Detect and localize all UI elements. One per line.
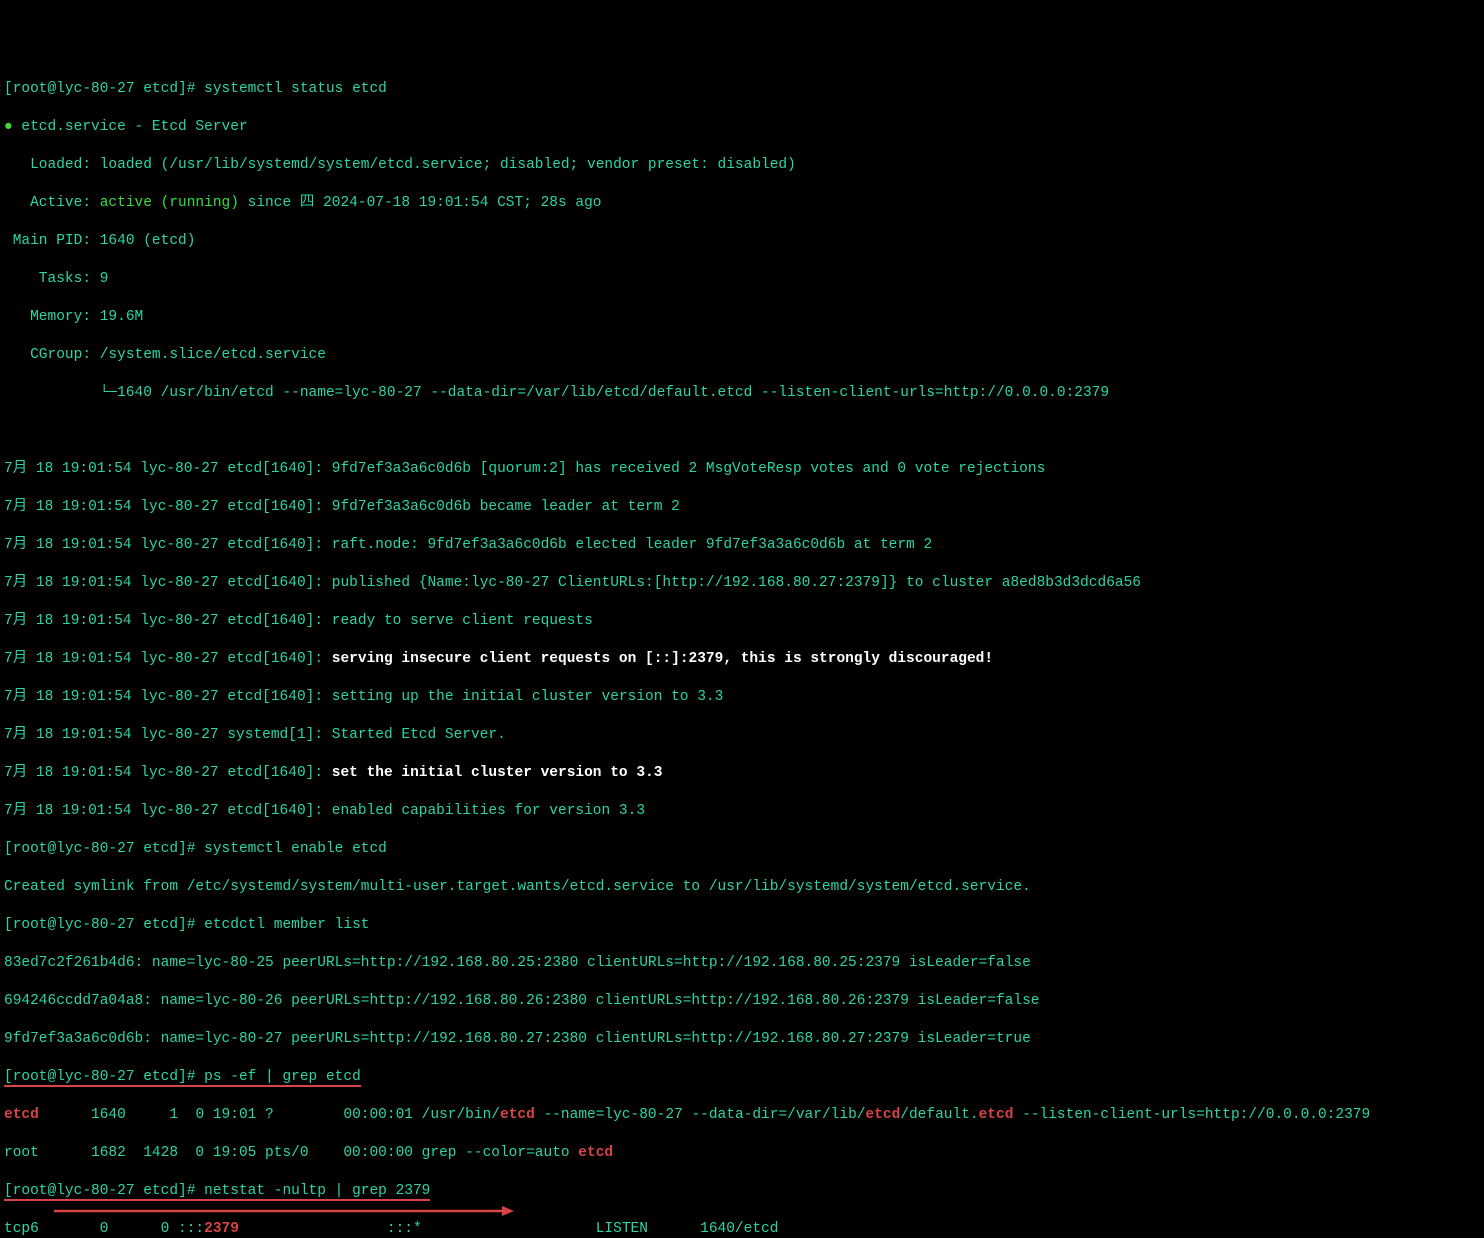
etcd-highlight: etcd: [578, 1145, 613, 1161]
log-ts: 7月 18 19:01:54 lyc-80-27 etcd[1640]:: [4, 803, 332, 819]
tasks-line: Tasks: 9: [4, 270, 1480, 289]
prompt-line-3: [root@lyc-80-27 etcd]# etcdctl member li…: [4, 916, 1480, 935]
log-ts: 7月 18 19:01:54 lyc-80-27 etcd[1640]:: [4, 689, 332, 705]
log-ts: 7月 18 19:01:54 lyc-80-27 etcd[1640]:: [4, 499, 332, 515]
log-line: 7月 18 19:01:54 lyc-80-27 systemd[1]: Sta…: [4, 726, 1480, 745]
memory-line: Memory: 19.6M: [4, 308, 1480, 327]
symlink-line: Created symlink from /etc/systemd/system…: [4, 878, 1480, 897]
log-msg: 9fd7ef3a3a6c0d6b [quorum:2] has received…: [332, 461, 1046, 477]
log-line: 7月 18 19:01:54 lyc-80-27 etcd[1640]: 9fd…: [4, 460, 1480, 479]
member-line: 83ed7c2f261b4d6: name=lyc-80-25 peerURLs…: [4, 954, 1480, 973]
log-msg: raft.node: 9fd7ef3a3a6c0d6b elected lead…: [332, 537, 932, 553]
ps-line-1: etcd 1640 1 0 19:01 ? 00:00:01 /usr/bin/…: [4, 1106, 1480, 1125]
member-line: 694246ccdd7a04a8: name=lyc-80-26 peerURL…: [4, 992, 1480, 1011]
etcd-highlight: etcd: [4, 1107, 39, 1123]
prompt-line-2: [root@lyc-80-27 etcd]# systemctl enable …: [4, 840, 1480, 859]
net-text: tcp6 0 0 :::: [4, 1221, 204, 1237]
log-line: 7月 18 19:01:54 lyc-80-27 etcd[1640]: set…: [4, 688, 1480, 707]
command-underlined: netstat -nultp | grep 2379: [204, 1184, 430, 1201]
active-line: Active: active (running) since 四 2024-07…: [4, 194, 1480, 213]
ps-text: --listen-client-urls=http://0.0.0.0:2379: [1013, 1107, 1370, 1123]
ps-text: 1640 1 0 19:01 ? 00:00:01 /usr/bin/: [39, 1107, 500, 1123]
log-line: 7月 18 19:01:54 lyc-80-27 etcd[1640]: ser…: [4, 650, 1480, 669]
active-value: active (running): [100, 195, 239, 211]
log-msg: ready to serve client requests: [332, 613, 593, 629]
ps-text: /default.: [900, 1107, 978, 1123]
netstat-line: tcp6 0 0 :::2379 :::* LISTEN 1640/etcd: [4, 1220, 1480, 1238]
log-msg: serving insecure client requests on [::]…: [332, 651, 993, 667]
prompt: [root@lyc-80-27 etcd]#: [4, 841, 204, 857]
log-ts: 7月 18 19:01:54 lyc-80-27 etcd[1640]:: [4, 613, 332, 629]
log-line: 7月 18 19:01:54 lyc-80-27 etcd[1640]: rea…: [4, 612, 1480, 631]
member-line: 9fd7ef3a3a6c0d6b: name=lyc-80-27 peerURL…: [4, 1030, 1480, 1049]
active-rest: since 四 2024-07-18 19:01:54 CST; 28s ago: [239, 195, 602, 211]
log-line: 7月 18 19:01:54 lyc-80-27 etcd[1640]: pub…: [4, 574, 1480, 593]
prompt-underlined: [root@lyc-80-27 etcd]#: [4, 1070, 204, 1087]
log-ts: 7月 18 19:01:54 lyc-80-27 etcd[1640]:: [4, 651, 332, 667]
log-line: 7月 18 19:01:54 lyc-80-27 etcd[1640]: 9fd…: [4, 498, 1480, 517]
prompt-underlined: [root@lyc-80-27 etcd]#: [4, 1184, 204, 1201]
active-label: Active:: [4, 195, 100, 211]
etcd-highlight: etcd: [500, 1107, 535, 1123]
prompt-line-5: [root@lyc-80-27 etcd]# netstat -nultp | …: [4, 1182, 1480, 1201]
etcd-highlight: etcd: [979, 1107, 1014, 1123]
ps-text: --name=lyc-80-27 --data-dir=/var/lib/: [535, 1107, 866, 1123]
prompt: [root@lyc-80-27 etcd]#: [4, 81, 204, 97]
log-ts: 7月 18 19:01:54 lyc-80-27 etcd[1640]:: [4, 537, 332, 553]
log-ts: 7月 18 19:01:54 lyc-80-27 etcd[1640]:: [4, 575, 332, 591]
status-dot: ●: [4, 119, 13, 135]
log-line: 7月 18 19:01:54 lyc-80-27 etcd[1640]: raf…: [4, 536, 1480, 555]
log-msg: published {Name:lyc-80-27 ClientURLs:[ht…: [332, 575, 1141, 591]
log-msg: set the initial cluster version to 3.3: [332, 765, 663, 781]
log-line: 7月 18 19:01:54 lyc-80-27 etcd[1640]: set…: [4, 764, 1480, 783]
etcd-highlight: etcd: [865, 1107, 900, 1123]
log-msg: enabled capabilities for version 3.3: [332, 803, 645, 819]
service-name: etcd.service - Etcd Server: [21, 119, 247, 135]
log-line: 7月 18 19:01:54 lyc-80-27 etcd[1640]: ena…: [4, 802, 1480, 821]
mainpid-line: Main PID: 1640 (etcd): [4, 232, 1480, 251]
log-msg: Started Etcd Server.: [332, 727, 506, 743]
log-ts: 7月 18 19:01:54 lyc-80-27 etcd[1640]:: [4, 461, 332, 477]
net-text: :::* LISTEN 1640/etcd: [239, 1221, 779, 1237]
ps-text: root 1682 1428 0 19:05 pts/0 00:00:00 gr…: [4, 1145, 578, 1161]
log-ts: 7月 18 19:01:54 lyc-80-27 systemd[1]:: [4, 727, 332, 743]
prompt-line-1: [root@lyc-80-27 etcd]# systemctl status …: [4, 80, 1480, 99]
command: systemctl status etcd: [204, 81, 387, 97]
cgroup-line: CGroup: /system.slice/etcd.service: [4, 346, 1480, 365]
blank: [4, 422, 1480, 441]
log-msg: 9fd7ef3a3a6c0d6b became leader at term 2: [332, 499, 680, 515]
log-ts: 7月 18 19:01:54 lyc-80-27 etcd[1640]:: [4, 765, 332, 781]
prompt: [root@lyc-80-27 etcd]#: [4, 917, 204, 933]
command: systemctl enable etcd: [204, 841, 387, 857]
command-underlined: ps -ef | grep etcd: [204, 1070, 361, 1087]
command: etcdctl member list: [204, 917, 369, 933]
ps-line-2: root 1682 1428 0 19:05 pts/0 00:00:00 gr…: [4, 1144, 1480, 1163]
log-msg: setting up the initial cluster version t…: [332, 689, 724, 705]
prompt-line-4: [root@lyc-80-27 etcd]# ps -ef | grep etc…: [4, 1068, 1480, 1087]
port-highlight: 2379: [204, 1221, 239, 1237]
cgroup-cmd-line: └─1640 /usr/bin/etcd --name=lyc-80-27 --…: [4, 384, 1480, 403]
loaded-line: Loaded: loaded (/usr/lib/systemd/system/…: [4, 156, 1480, 175]
service-line: ● etcd.service - Etcd Server: [4, 118, 1480, 137]
